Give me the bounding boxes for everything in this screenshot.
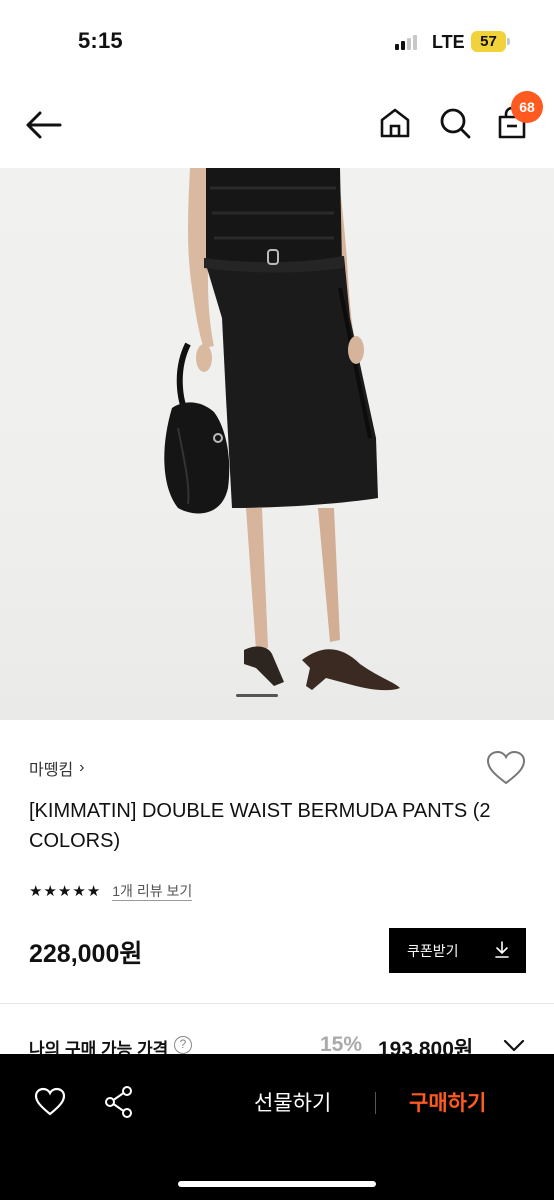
bottom-wish-button[interactable] — [34, 1087, 66, 1117]
battery-icon: 57 — [471, 31, 511, 52]
carousel-indicator — [236, 694, 278, 697]
star-icon: ★ — [72, 882, 86, 900]
star-icon: ★ — [57, 882, 72, 900]
chevron-right-icon: › — [79, 759, 85, 776]
heart-outline-icon — [34, 1087, 66, 1116]
product-photo — [164, 168, 400, 691]
search-icon — [440, 108, 471, 139]
brand-name: 마뗑킴 — [29, 762, 74, 779]
home-icon — [380, 108, 410, 138]
battery-level: 57 — [471, 31, 506, 52]
network-label: LTE — [432, 32, 465, 52]
star-icon: ★ — [29, 882, 43, 900]
star-icon: ★ — [43, 882, 57, 900]
download-icon — [495, 941, 509, 958]
bottom-action-bar: 선물하기 구매하기 — [0, 1054, 554, 1200]
review-link[interactable]: 1개 리뷰 보기 — [112, 882, 193, 901]
share-button[interactable] — [103, 1085, 135, 1119]
coupon-label: 쿠폰받기 — [407, 942, 459, 959]
separator — [375, 1092, 376, 1114]
chevron-down-icon[interactable] — [502, 1036, 526, 1054]
brand-link[interactable]: 마뗑킴 › — [29, 756, 85, 780]
divider — [0, 1003, 554, 1004]
coupon-button[interactable]: 쿠폰받기 — [389, 928, 526, 973]
product-title: [KIMMATIN] DOUBLE WAIST BERMUDA PANTS (2… — [29, 800, 491, 852]
signal-icon — [395, 35, 417, 50]
wishlist-button[interactable] — [486, 750, 526, 786]
help-icon[interactable]: ? — [174, 1036, 192, 1054]
nav-bar — [0, 80, 554, 170]
cart-badge: 68 — [511, 91, 543, 123]
arrow-left-icon — [26, 111, 62, 139]
product-price: 228,000원 — [29, 940, 143, 968]
star-icon: ★ — [86, 882, 101, 900]
share-icon — [105, 1086, 132, 1118]
star-rating: ★ ★ ★ ★ ★ — [29, 883, 100, 901]
product-image[interactable] — [0, 168, 554, 720]
home-button[interactable] — [378, 106, 412, 140]
home-indicator — [178, 1181, 376, 1187]
purchase-button[interactable]: 구매하기 — [409, 1087, 486, 1117]
status-bar: 5:15 LTE 57 — [0, 0, 554, 80]
back-button[interactable] — [24, 110, 62, 140]
rating-row: ★ ★ ★ ★ ★ 1개 리뷰 보기 — [29, 882, 193, 901]
status-time: 5:15 — [78, 28, 123, 53]
gift-button[interactable]: 선물하기 — [254, 1087, 331, 1117]
search-button[interactable] — [438, 106, 472, 140]
heart-outline-icon — [486, 750, 526, 785]
